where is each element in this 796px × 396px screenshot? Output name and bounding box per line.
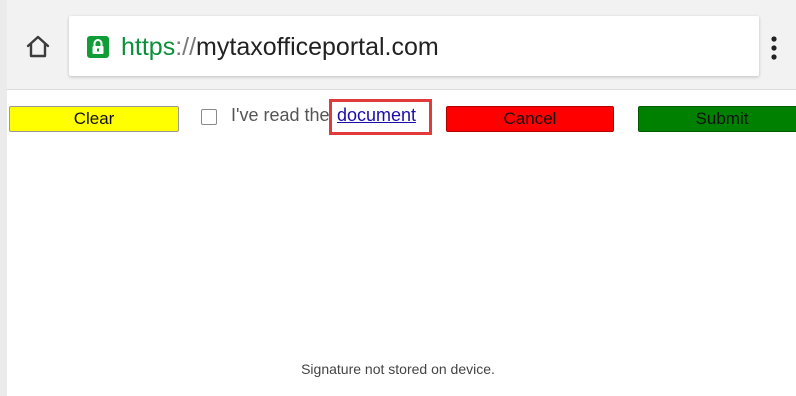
browser-window: https://mytaxofficeportal.com Clear I've… (0, 0, 796, 396)
browser-menu-button[interactable] (763, 30, 785, 66)
signature-note: Signature not stored on device. (301, 361, 495, 377)
url-text: https://mytaxofficeportal.com (121, 32, 439, 62)
browser-toolbar: https://mytaxofficeportal.com (7, 0, 796, 90)
home-button[interactable] (21, 30, 55, 64)
url-scheme: https (121, 33, 176, 61)
clear-button[interactable]: Clear (9, 106, 179, 132)
more-vert-icon (771, 36, 777, 60)
submit-button[interactable]: Submit (638, 106, 796, 132)
home-icon (26, 35, 50, 58)
address-bar[interactable]: https://mytaxofficeportal.com (69, 16, 759, 76)
window-edge (0, 0, 7, 396)
url-separator: :// (175, 33, 197, 61)
cancel-button[interactable]: Cancel (446, 106, 614, 132)
agree-label: I've read the (231, 105, 330, 125)
url-host: mytaxofficeportal.com (196, 33, 439, 61)
lock-icon (87, 36, 109, 58)
agree-checkbox[interactable] (201, 109, 217, 125)
document-link[interactable]: document (337, 104, 416, 126)
